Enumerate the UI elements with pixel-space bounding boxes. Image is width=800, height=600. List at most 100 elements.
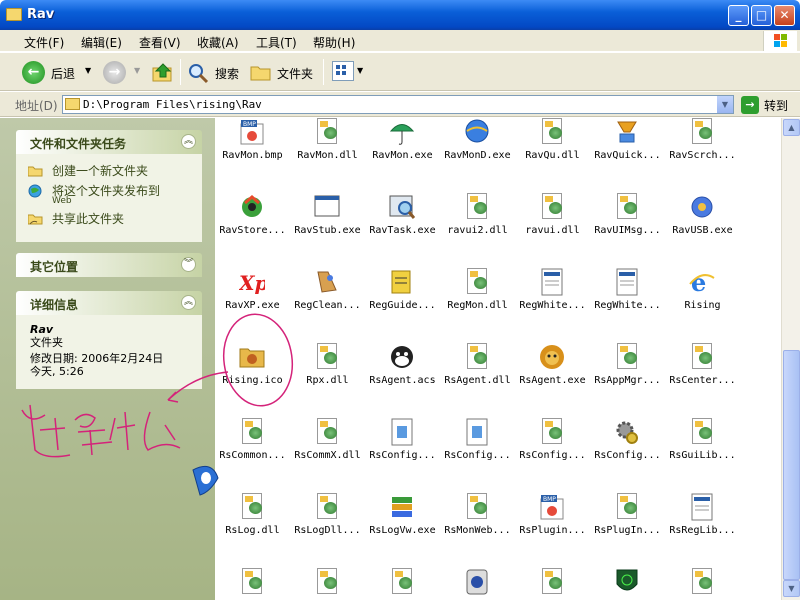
dll-file-icon[interactable]	[614, 493, 640, 521]
dll-file-icon[interactable]	[389, 568, 415, 596]
lion-file-icon[interactable]	[539, 343, 565, 371]
dll-file-icon[interactable]	[314, 568, 340, 596]
file-name[interactable]: RsAgent.acs	[365, 375, 440, 386]
file-item[interactable]: RavTask.exe	[365, 193, 440, 253]
scroll-down-arrow-icon[interactable]: ▼	[783, 580, 800, 597]
umbrella-file-icon[interactable]	[389, 118, 415, 146]
menu-favorites[interactable]: 收藏(A)	[197, 34, 239, 51]
address-path[interactable]: D:\Program Files\rising\Rav	[83, 98, 262, 111]
file-item[interactable]: RsLogDll...	[290, 493, 365, 553]
file-item[interactable]: RegWhite...	[590, 268, 665, 328]
dll-file-icon[interactable]	[539, 118, 565, 146]
file-name[interactable]: RsConfig...	[590, 450, 665, 461]
dll-file-icon[interactable]	[614, 343, 640, 371]
file-name[interactable]: RsAppMgr...	[590, 375, 665, 386]
file-name[interactable]: RsCommX.dll	[290, 450, 365, 461]
dll-file-icon[interactable]	[689, 343, 715, 371]
file-item[interactable]: RavScrch...	[665, 118, 740, 178]
scroll-up-arrow-icon[interactable]: ▲	[783, 119, 800, 136]
file-item[interactable]: RavQu.dll	[515, 118, 590, 178]
dll-file-icon[interactable]	[239, 493, 265, 521]
file-name[interactable]: RsPlugIn...	[590, 525, 665, 536]
dll-file-icon[interactable]	[464, 193, 490, 221]
file-item[interactable]: RegGuide...	[365, 268, 440, 328]
file-name[interactable]: RsConfig...	[515, 450, 590, 461]
dll-file-icon[interactable]	[464, 343, 490, 371]
go-arrow-icon[interactable]: →	[741, 96, 759, 114]
file-item[interactable]: RsAgent.exe	[515, 343, 590, 403]
file-name[interactable]: RavMon.exe	[365, 150, 440, 161]
dll-file-icon[interactable]	[314, 418, 340, 446]
globe-file-icon[interactable]	[464, 118, 490, 146]
file-name[interactable]: ravui2.dll	[440, 225, 515, 236]
folders-icon[interactable]	[250, 63, 272, 81]
file-item[interactable]: RsMonWeb...	[440, 493, 515, 553]
file-item[interactable]: RsLogVw.exe	[365, 493, 440, 553]
file-name[interactable]: RavScrch...	[665, 150, 740, 161]
file-item[interactable]: RavStore...	[215, 193, 290, 253]
cd-file-icon[interactable]	[464, 568, 490, 596]
dll-file-icon[interactable]	[689, 118, 715, 146]
file-item[interactable]: RsAppMgr...	[590, 343, 665, 403]
search-button-label[interactable]: 搜索	[215, 65, 239, 82]
views-dropdown-icon[interactable]: ▼	[357, 66, 363, 75]
file-name[interactable]: ravui.dll	[515, 225, 590, 236]
file-item[interactable]: RsCenter...	[665, 343, 740, 403]
file-name[interactable]: RsGuiLib...	[665, 450, 740, 461]
file-item[interactable]: RavMon.exe	[365, 118, 440, 178]
dll-file-icon[interactable]	[614, 193, 640, 221]
dll-file-icon[interactable]	[314, 118, 340, 146]
recycle-file-icon[interactable]	[239, 193, 265, 221]
file-name[interactable]: RsPlugin...	[515, 525, 590, 536]
expand-chevron-icon[interactable]: ︾	[181, 257, 196, 272]
file-item[interactable]: BMP RsPlugin...	[515, 493, 590, 553]
address-input[interactable]: D:\Program Files\rising\Rav ▼	[62, 95, 734, 114]
file-name[interactable]: RsAgent.dll	[440, 375, 515, 386]
file-name[interactable]: RsLogVw.exe	[365, 525, 440, 536]
back-button-label[interactable]: 后退	[51, 65, 75, 82]
file-item[interactable]: RegWhite...	[515, 268, 590, 328]
file-item[interactable]: RsLog.dll	[215, 493, 290, 553]
file-name[interactable]: RavStub.exe	[290, 225, 365, 236]
dll-file-icon[interactable]	[314, 343, 340, 371]
file-item[interactable]: Rising.ico	[215, 343, 290, 403]
file-name[interactable]: RsCenter...	[665, 375, 740, 386]
usb-file-icon[interactable]	[689, 193, 715, 221]
window-file-icon[interactable]	[314, 193, 340, 221]
file-item[interactable]: RavStub.exe	[290, 193, 365, 253]
file-item[interactable]	[365, 568, 440, 600]
file-tasks-header[interactable]: 文件和文件夹任务 ︽	[16, 130, 202, 154]
dll-file-icon[interactable]	[239, 568, 265, 596]
file-name[interactable]: RegMon.dll	[440, 300, 515, 311]
back-dropdown-icon[interactable]: ▼	[85, 66, 91, 75]
file-name[interactable]: RavMonD.exe	[440, 150, 515, 161]
file-name[interactable]: RavXP.exe	[215, 300, 290, 311]
gear-file-icon[interactable]	[614, 418, 640, 446]
menu-edit[interactable]: 编辑(E)	[81, 34, 122, 51]
close-button[interactable]: ✕	[774, 5, 795, 26]
clean-file-icon[interactable]	[314, 268, 340, 296]
file-name[interactable]: RsLog.dll	[215, 525, 290, 536]
quick-file-icon[interactable]	[614, 118, 640, 146]
file-name[interactable]: Rising	[665, 300, 740, 311]
views-icon[interactable]	[332, 61, 354, 81]
file-name[interactable]: RsLogDll...	[290, 525, 365, 536]
dll-file-icon[interactable]	[539, 193, 565, 221]
file-item[interactable]: RsPlugIn...	[590, 493, 665, 553]
file-item[interactable]: RsConfig...	[515, 418, 590, 478]
file-item[interactable]	[290, 568, 365, 600]
file-item[interactable]	[590, 568, 665, 600]
maximize-button[interactable]: □	[751, 5, 772, 26]
file-item[interactable]: RsConfig...	[590, 418, 665, 478]
menu-file[interactable]: 文件(F)	[24, 34, 64, 51]
file-item[interactable]: ravui2.dll	[440, 193, 515, 253]
file-name[interactable]: Rpx.dll	[290, 375, 365, 386]
minimize-button[interactable]: _	[728, 5, 749, 26]
guide-file-icon[interactable]	[389, 268, 415, 296]
file-item[interactable]: e Rising	[665, 268, 740, 328]
dll-file-icon[interactable]	[689, 568, 715, 596]
file-name[interactable]: RegWhite...	[590, 300, 665, 311]
file-name[interactable]: RegClean...	[290, 300, 365, 311]
file-item[interactable]	[665, 568, 740, 600]
file-name[interactable]: RsConfig...	[365, 450, 440, 461]
